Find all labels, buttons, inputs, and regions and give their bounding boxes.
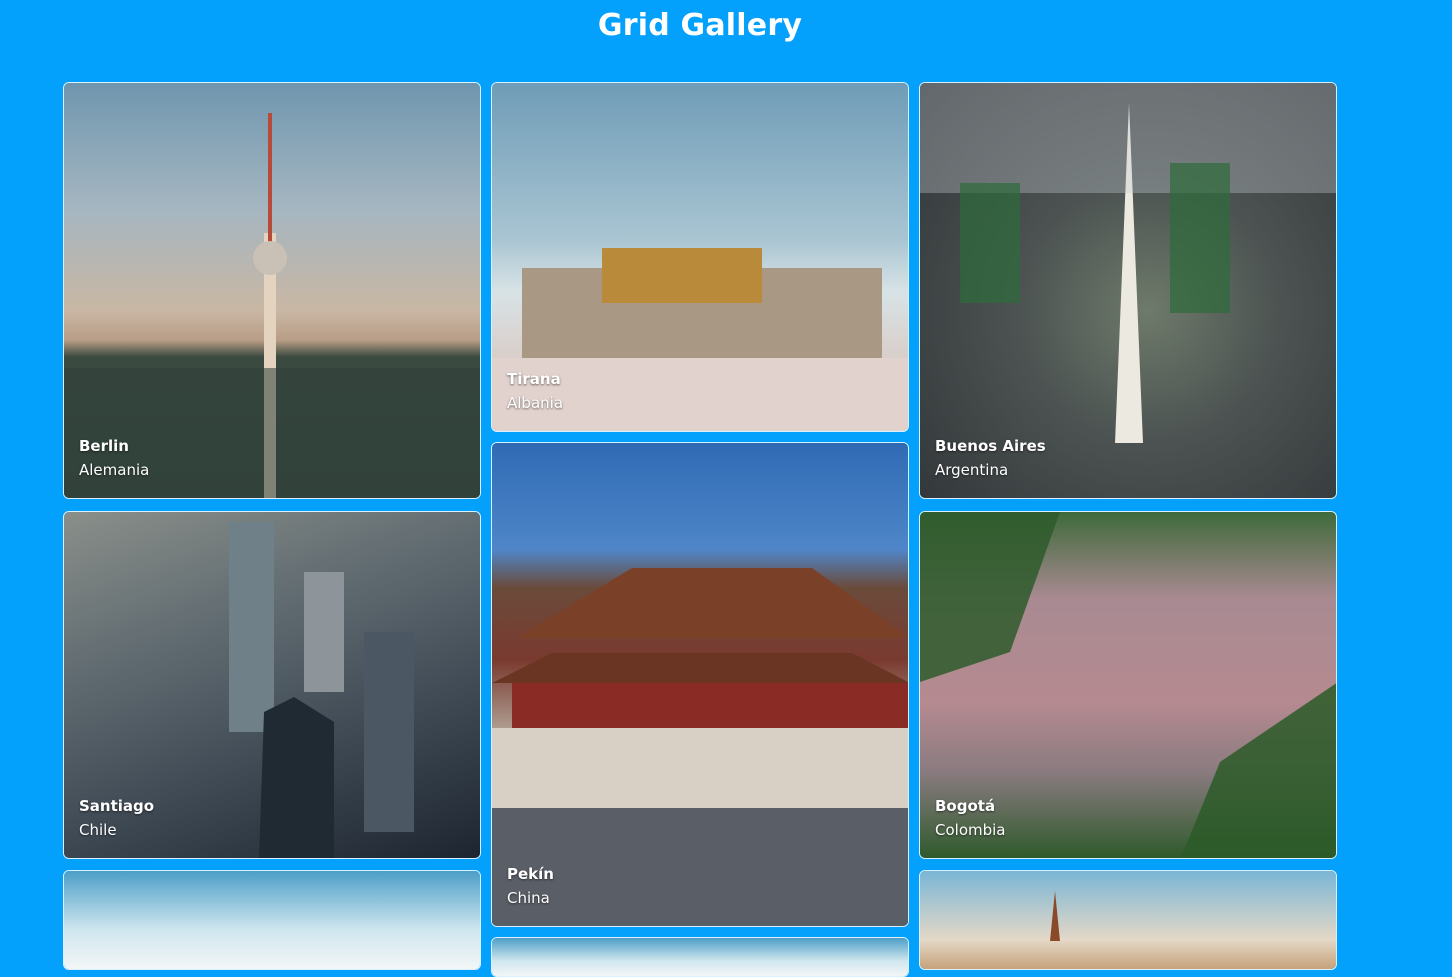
gallery-card-tirana[interactable]: Tirana Albania (491, 82, 909, 432)
card-country: Colombia (935, 821, 1006, 839)
page-title: Grid Gallery (597, 8, 803, 43)
gallery-card-partial-left[interactable] (63, 870, 481, 970)
gallery-card-bogota[interactable]: Bogotá Colombia (919, 511, 1337, 859)
gallery-card-santiago[interactable]: Santiago Chile (63, 511, 481, 859)
card-country: Chile (79, 821, 117, 839)
card-city: Bogotá (935, 797, 996, 815)
card-city: Santiago (79, 797, 155, 815)
palace-graphic (492, 568, 908, 926)
gallery-card-pekin[interactable]: Pekín China (491, 442, 909, 927)
card-city: Berlin (79, 437, 129, 455)
gallery-card-berlin[interactable]: Berlin Alemania (63, 82, 481, 499)
partial-photo (492, 938, 908, 976)
partial-photo (64, 871, 480, 969)
card-country: Albania (507, 394, 564, 412)
card-city: Tirana (507, 370, 561, 388)
spire-graphic (1050, 891, 1060, 941)
card-country: China (507, 889, 550, 907)
card-city: Pekín (507, 865, 554, 883)
card-country: Argentina (935, 461, 1009, 479)
gallery-card-buenos-aires[interactable]: Buenos Aires Argentina (919, 82, 1337, 499)
card-country: Alemania (79, 461, 150, 479)
gallery-card-partial-middle[interactable] (491, 937, 909, 977)
card-city: Buenos Aires (935, 437, 1046, 455)
gallery-card-partial-right[interactable] (919, 870, 1337, 970)
